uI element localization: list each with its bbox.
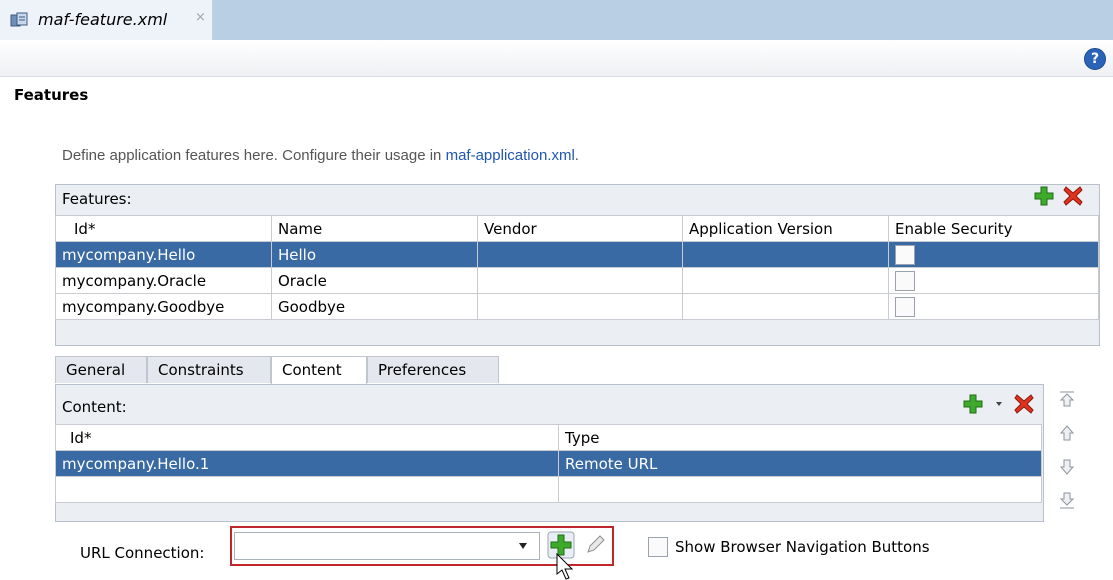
content-table: Id* Type mycompany.Hello.1 Remote URL — [55, 424, 1042, 503]
cell-app-version[interactable] — [682, 293, 889, 320]
tab-constraints[interactable]: Constraints — [147, 356, 271, 383]
table-row[interactable]: mycompany.Hello.1 Remote URL — [55, 450, 1042, 477]
page-title: Features — [14, 86, 89, 104]
cell-id[interactable]: mycompany.Oracle — [55, 267, 272, 294]
url-connection-label: URL Connection: — [80, 544, 205, 562]
cell-vendor[interactable] — [477, 267, 683, 294]
cell-enable-security — [888, 293, 1099, 320]
move-down-icon[interactable] — [1058, 458, 1076, 476]
show-browser-nav-label: Show Browser Navigation Buttons — [675, 538, 930, 556]
description-text: Define application features here. Config… — [62, 147, 579, 164]
xml-file-icon — [10, 12, 28, 27]
move-to-top-icon[interactable] — [1058, 390, 1076, 408]
tab-content[interactable]: Content — [271, 356, 367, 384]
description-prefix: Define application features here. Config… — [62, 147, 446, 164]
column-header-enable-security[interactable]: Enable Security — [888, 215, 1099, 242]
features-table: Id* Name Vendor Application Version Enab… — [55, 215, 1099, 320]
cell-vendor[interactable] — [477, 241, 683, 268]
cell-type[interactable]: Remote URL — [558, 450, 1042, 477]
tab-preferences[interactable]: Preferences — [367, 356, 499, 383]
tab-general[interactable]: General — [55, 356, 147, 383]
cell-name[interactable]: Goodbye — [271, 293, 478, 320]
empty-row — [55, 476, 1042, 503]
editor-tab-label: maf-feature.xml — [38, 10, 168, 29]
features-label: Features: — [62, 190, 132, 208]
chevron-down-icon[interactable] — [518, 542, 528, 550]
move-to-bottom-icon[interactable] — [1058, 492, 1076, 510]
cell-vendor[interactable] — [477, 293, 683, 320]
mouse-cursor-icon — [556, 553, 574, 580]
editor-tab-maf-feature[interactable]: maf-feature.xml × — [0, 0, 213, 40]
cell-id[interactable]: mycompany.Hello — [55, 241, 272, 268]
dropdown-arrow-icon[interactable] — [995, 400, 1003, 408]
editor-toolbar — [0, 40, 1113, 77]
edit-pencil-icon[interactable] — [583, 533, 607, 557]
column-header-vendor[interactable]: Vendor — [477, 215, 683, 242]
table-row[interactable]: mycompany.Oracle Oracle — [55, 267, 1099, 294]
column-header-name[interactable]: Name — [271, 215, 478, 242]
column-header-app-version[interactable]: Application Version — [682, 215, 889, 242]
cell-id[interactable]: mycompany.Goodbye — [55, 293, 272, 320]
column-header-id[interactable]: Id* — [55, 215, 272, 242]
delete-content-icon[interactable] — [1013, 393, 1035, 415]
close-icon[interactable]: × — [195, 10, 206, 25]
content-header-row: Id* Type — [55, 424, 1042, 451]
maf-application-link[interactable]: maf-application.xml — [446, 147, 575, 164]
move-up-icon[interactable] — [1058, 424, 1076, 442]
cell-enable-security — [888, 267, 1099, 294]
cell-name[interactable]: Hello — [271, 241, 478, 268]
add-feature-icon[interactable] — [1033, 185, 1055, 207]
cell-enable-security — [888, 241, 1099, 268]
column-header-type[interactable]: Type — [558, 424, 1042, 451]
column-header-id[interactable]: Id* — [55, 424, 559, 451]
cell-id[interactable]: mycompany.Hello.1 — [55, 450, 559, 477]
cell-app-version[interactable] — [682, 267, 889, 294]
cell-app-version[interactable] — [682, 241, 889, 268]
description-suffix: . — [574, 147, 579, 164]
url-connection-select[interactable] — [234, 532, 540, 560]
enable-security-checkbox[interactable] — [895, 296, 915, 317]
content-label: Content: — [62, 398, 127, 416]
table-row[interactable]: mycompany.Hello Hello — [55, 241, 1099, 268]
delete-feature-icon[interactable] — [1062, 185, 1084, 207]
add-content-icon[interactable] — [962, 393, 984, 415]
help-icon[interactable]: ? — [1084, 48, 1106, 70]
features-header-row: Id* Name Vendor Application Version Enab… — [55, 215, 1099, 242]
table-row[interactable]: mycompany.Goodbye Goodbye — [55, 293, 1099, 320]
enable-security-checkbox[interactable] — [895, 270, 915, 291]
enable-security-checkbox[interactable] — [895, 244, 915, 265]
cell-name[interactable]: Oracle — [271, 267, 478, 294]
show-browser-nav-checkbox[interactable] — [648, 537, 668, 557]
